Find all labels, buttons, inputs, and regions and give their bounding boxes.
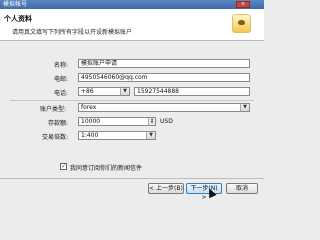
leverage-select[interactable]: 1:400 ▼	[78, 131, 156, 140]
deposit-value: 10000	[81, 118, 101, 125]
wizard-header: 个人资料 请用真文填写下列所有字段以开设新模拟账户	[0, 9, 264, 41]
account-type-label: 账户类型:	[40, 106, 67, 113]
country-code-value: +86	[81, 88, 94, 95]
deposit-label: 存款额:	[48, 120, 69, 127]
phone-label: 电话:	[54, 90, 69, 97]
deposit-input[interactable]: 10000 ▲ ▼	[78, 117, 156, 126]
footer-divider	[0, 178, 264, 179]
back-button[interactable]: < 上一步(B)	[148, 183, 184, 194]
close-button[interactable]: ×	[236, 1, 250, 8]
name-label: 名称:	[54, 62, 69, 69]
account-type-select[interactable]: forex ▼	[78, 103, 250, 112]
chevron-down-icon[interactable]: ▼	[240, 104, 249, 111]
wizard-logo-icon	[232, 14, 251, 33]
spinner-icon[interactable]: ▲ ▼	[148, 118, 155, 125]
window-title: 模拟帐号	[3, 1, 28, 8]
name-input[interactable]: 模拟账户申请	[78, 59, 250, 68]
divider	[10, 100, 254, 101]
subscribe-checkbox[interactable]: ✓	[60, 163, 67, 170]
leverage-value: 1:400	[81, 132, 99, 139]
phone-input[interactable]: 15927544888	[134, 87, 250, 96]
page-description: 请用真文填写下列所有字段以开设新模拟账户	[12, 29, 133, 36]
next-button[interactable]: 下一步(N) >	[186, 183, 222, 201]
chevron-down-icon[interactable]: ▼	[146, 132, 155, 139]
chevron-down-icon[interactable]: ▼	[120, 88, 129, 95]
cancel-button[interactable]: 取消	[226, 183, 258, 194]
account-type-value: forex	[81, 104, 97, 111]
title-bar: 模拟帐号 ×	[0, 0, 264, 9]
leverage-label: 交易倍数:	[42, 134, 69, 141]
page-title: 个人资料	[4, 15, 32, 23]
email-label: 电邮:	[54, 76, 69, 83]
country-code-select[interactable]: +86 ▼	[78, 87, 130, 96]
currency-label: USD	[160, 118, 173, 125]
email-input[interactable]: 4950546060@qq.com	[78, 73, 250, 82]
subscribe-label: 我同意订阅你们的新闻信件	[70, 165, 143, 172]
